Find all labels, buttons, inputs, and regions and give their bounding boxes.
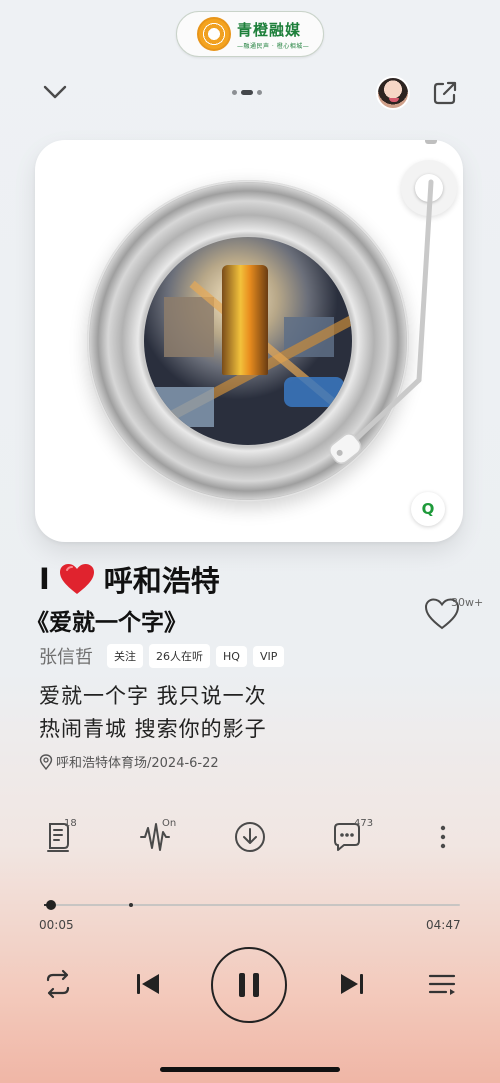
comment-count: 473 (354, 818, 374, 829)
more-options-icon[interactable] (426, 820, 460, 854)
pause-bar-icon (253, 973, 259, 997)
location-pin-icon (39, 753, 53, 770)
artist-name[interactable]: 张信哲 (39, 643, 93, 669)
title-suffix: 呼和浩特 (103, 564, 220, 598)
hq-tag[interactable]: HQ (216, 645, 247, 667)
vinyl-disc (87, 180, 409, 502)
page-indicator (232, 90, 262, 95)
playlist-icon[interactable] (424, 966, 460, 1002)
brand-logo-icon (197, 17, 231, 51)
previous-track-icon[interactable] (130, 966, 166, 1002)
brand-badge[interactable]: 青橙融媒 —融通民声 · 橙心相城— (176, 11, 324, 57)
page-dot-active (241, 90, 253, 95)
album-card: Q (35, 140, 463, 542)
user-avatar[interactable] (376, 76, 410, 110)
red-heart-icon (59, 564, 94, 594)
location-text: 呼和浩特体育场/2024-6-22 (56, 756, 219, 771)
title-prefix: I (39, 562, 50, 596)
song-subtitle: 《爱就一个字》 (26, 610, 187, 636)
collapse-chevron-down-icon[interactable] (42, 82, 68, 102)
listeners-tag: 26人在听 (149, 644, 210, 668)
progress-track[interactable] (44, 904, 460, 906)
artist-row: 张信哲 关注 26人在听 HQ VIP (39, 643, 285, 669)
total-time: 04:47 (426, 918, 461, 932)
next-track-icon[interactable] (334, 966, 370, 1002)
page-dot (232, 90, 237, 95)
current-time: 00:05 (39, 918, 74, 932)
brand-slogan: —融通民声 · 橙心相城— (237, 42, 310, 50)
buffer-marker (129, 903, 133, 907)
tonearm-pivot (401, 160, 457, 216)
brand-name: 青橙融媒 (237, 20, 302, 39)
page-dot (257, 90, 262, 95)
sound-effect-status: On (162, 818, 177, 829)
location-row: 呼和浩特体育场/2024-6-22 (39, 752, 219, 771)
download-icon[interactable] (233, 820, 267, 854)
home-indicator[interactable] (160, 1067, 340, 1072)
lyric-line: 爱就一个字 我只说一次 (39, 684, 267, 708)
repeat-icon[interactable] (40, 966, 76, 1002)
pause-button[interactable] (211, 947, 287, 1023)
vip-tag[interactable]: VIP (252, 645, 285, 667)
like-count: 30w+ (451, 596, 484, 609)
lyric-line: 热闹青城 搜索你的影子 (39, 717, 267, 741)
share-icon[interactable] (430, 78, 460, 108)
follow-tag[interactable]: 关注 (107, 644, 143, 668)
progress-knob[interactable] (46, 900, 56, 910)
app-q-badge[interactable]: Q (411, 492, 445, 526)
album-cover-image (144, 237, 352, 445)
pause-bar-icon (239, 973, 245, 997)
notes-count: 18 (64, 818, 77, 829)
song-title: I 呼和浩特 (39, 560, 220, 598)
